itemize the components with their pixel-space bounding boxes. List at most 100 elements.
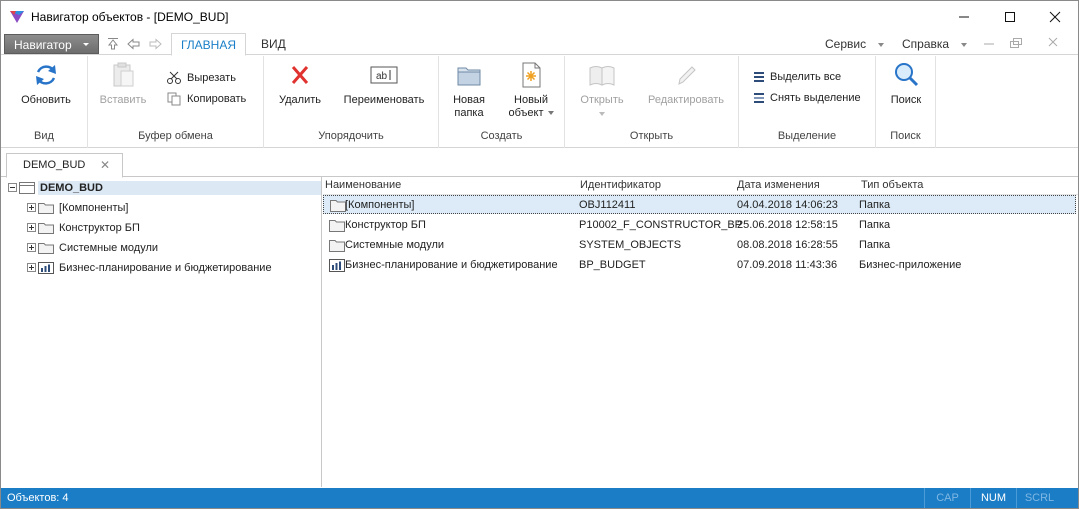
search-icon <box>895 63 919 87</box>
paste-button[interactable]: Вставить <box>94 60 152 107</box>
column-header-id[interactable]: Идентификатор <box>580 179 661 191</box>
table-row[interactable]: Бизнес-планирование и бюджетирование BP_… <box>323 256 1076 275</box>
new-object-button[interactable]: Новый объект <box>501 60 561 120</box>
new-folder-icon <box>457 67 481 86</box>
list-header: Наименование Идентификатор Дата изменени… <box>323 177 1078 195</box>
cell-name: Системные модули <box>345 239 445 251</box>
doc-tab-demo-bud[interactable]: DEMO_BUD ✕ <box>6 153 123 178</box>
expand-icon[interactable] <box>27 203 36 212</box>
select-all-button[interactable]: Выделить все <box>753 71 841 83</box>
refresh-button[interactable]: Обновить <box>15 60 77 107</box>
edit-button[interactable]: Редактировать <box>639 60 733 107</box>
tree-item-label: Системные модули <box>59 242 159 254</box>
chevron-down-icon <box>599 112 605 116</box>
navigator-dropdown[interactable]: Навигатор <box>4 34 99 54</box>
rename-button[interactable]: ab Переименовать <box>334 60 434 107</box>
scrl-indicator: SCRL <box>1016 488 1062 508</box>
copy-button[interactable]: Копировать <box>166 92 246 106</box>
table-row[interactable]: Конструктор БП P10002_F_CONSTRUCTOR_BP 2… <box>323 216 1076 235</box>
status-bar: Объектов: 4 CAP NUM SCRL <box>1 488 1078 508</box>
folder-icon <box>38 243 54 254</box>
new-folder-label-1: Новая <box>453 94 485 106</box>
new-folder-button[interactable]: Новая папка <box>443 60 495 120</box>
cell-name: Бизнес-планирование и бюджетирование <box>345 259 558 271</box>
main-window: Навигатор объектов - [DEMO_BUD] Навигато… <box>0 0 1079 509</box>
group-open: Открыть Редактировать Открыть <box>565 56 739 148</box>
open-button[interactable]: Открыть <box>571 60 633 120</box>
pencil-icon <box>678 66 696 85</box>
object-list: Наименование Идентификатор Дата изменени… <box>323 177 1078 487</box>
group-selection: Выделить все Снять выделение Выделение <box>739 56 876 148</box>
group-view-label: Вид <box>34 130 54 142</box>
maximize-button[interactable] <box>987 1 1033 33</box>
paste-label: Вставить <box>99 94 147 106</box>
help-menu[interactable]: Справка <box>902 37 968 51</box>
cell-id: BP_BUDGET <box>579 259 646 271</box>
object-tree: DEMO_BUD [Компоненты] Конструктор БП Сис… <box>1 177 322 487</box>
cell-date: 25.06.2018 12:58:15 <box>737 219 838 231</box>
delete-label: Удалить <box>279 94 321 106</box>
up-level-icon[interactable] <box>105 36 121 52</box>
business-app-icon <box>329 259 345 272</box>
chevron-down-icon <box>83 43 89 46</box>
column-header-date[interactable]: Дата изменения <box>737 179 820 191</box>
tree-item-label: [Компоненты] <box>59 202 129 214</box>
chevron-down-icon <box>547 111 554 116</box>
num-indicator: NUM <box>970 488 1016 508</box>
expand-icon[interactable] <box>27 243 36 252</box>
minimize-button[interactable] <box>941 1 987 33</box>
group-search-label: Поиск <box>890 130 921 142</box>
new-object-label-2: объект <box>508 107 544 119</box>
deselect-icon <box>754 93 764 104</box>
help-label: Справка <box>902 37 950 51</box>
group-open-label: Открыть <box>629 130 674 142</box>
copy-icon <box>167 92 181 106</box>
refresh-icon <box>36 65 56 85</box>
cell-name: [Компоненты] <box>345 199 415 211</box>
search-button[interactable]: Поиск <box>881 60 931 107</box>
folder-icon <box>329 240 345 252</box>
delete-button[interactable]: Удалить <box>270 60 330 107</box>
expand-icon[interactable] <box>27 223 36 232</box>
title-bar[interactable]: Навигатор объектов - [DEMO_BUD] <box>1 1 1078 33</box>
scissors-icon <box>167 71 181 84</box>
cut-button[interactable]: Вырезать <box>166 71 236 85</box>
svg-text:ab: ab <box>376 71 388 82</box>
table-row[interactable]: Системные модули SYSTEM_OBJECTS 08.08.20… <box>323 236 1076 255</box>
service-menu[interactable]: Сервис <box>825 37 885 51</box>
close-doc-icon[interactable] <box>1048 37 1058 47</box>
group-selection-label: Выделение <box>777 130 837 142</box>
close-button[interactable] <box>1032 1 1078 33</box>
cell-type: Папка <box>859 219 891 231</box>
table-row[interactable]: [Компоненты] OBJ112411 04.04.2018 14:06:… <box>323 195 1076 214</box>
deselect-button[interactable]: Снять выделение <box>753 92 861 104</box>
group-organize: Удалить ab Переименовать Упорядочить <box>264 56 439 148</box>
group-create: Новая папка Новый объект Создать <box>439 56 565 148</box>
cell-date: 04.04.2018 14:06:23 <box>737 199 838 211</box>
business-app-icon <box>38 262 54 274</box>
back-arrow-icon[interactable] <box>126 36 142 52</box>
close-icon[interactable]: ✕ <box>100 158 110 172</box>
column-header-type[interactable]: Тип объекта <box>861 179 923 191</box>
chevron-down-icon <box>961 42 968 47</box>
collapse-icon[interactable] <box>8 183 17 192</box>
forward-arrow-icon[interactable] <box>147 36 163 52</box>
expand-icon[interactable] <box>27 263 36 272</box>
restore-doc-icon[interactable] <box>1010 38 1022 48</box>
folder-icon <box>38 223 54 234</box>
group-search: Поиск Поиск <box>876 56 936 148</box>
group-organize-label: Упорядочить <box>318 130 384 142</box>
new-object-label-1: Новый <box>514 94 548 106</box>
tab-home[interactable]: ГЛАВНАЯ <box>171 33 246 56</box>
cap-indicator: CAP <box>924 488 970 508</box>
cell-type: Папка <box>859 199 891 211</box>
folder-icon <box>38 203 54 214</box>
column-header-name[interactable]: Наименование <box>325 179 401 191</box>
minimize-doc-icon[interactable] <box>984 41 994 47</box>
select-all-label: Выделить все <box>770 71 842 83</box>
tab-view[interactable]: ВИД <box>261 37 286 51</box>
deselect-label: Снять выделение <box>770 92 861 104</box>
folder-icon <box>329 220 345 232</box>
cell-name: Конструктор БП <box>345 219 426 231</box>
cut-label: Вырезать <box>187 71 236 84</box>
